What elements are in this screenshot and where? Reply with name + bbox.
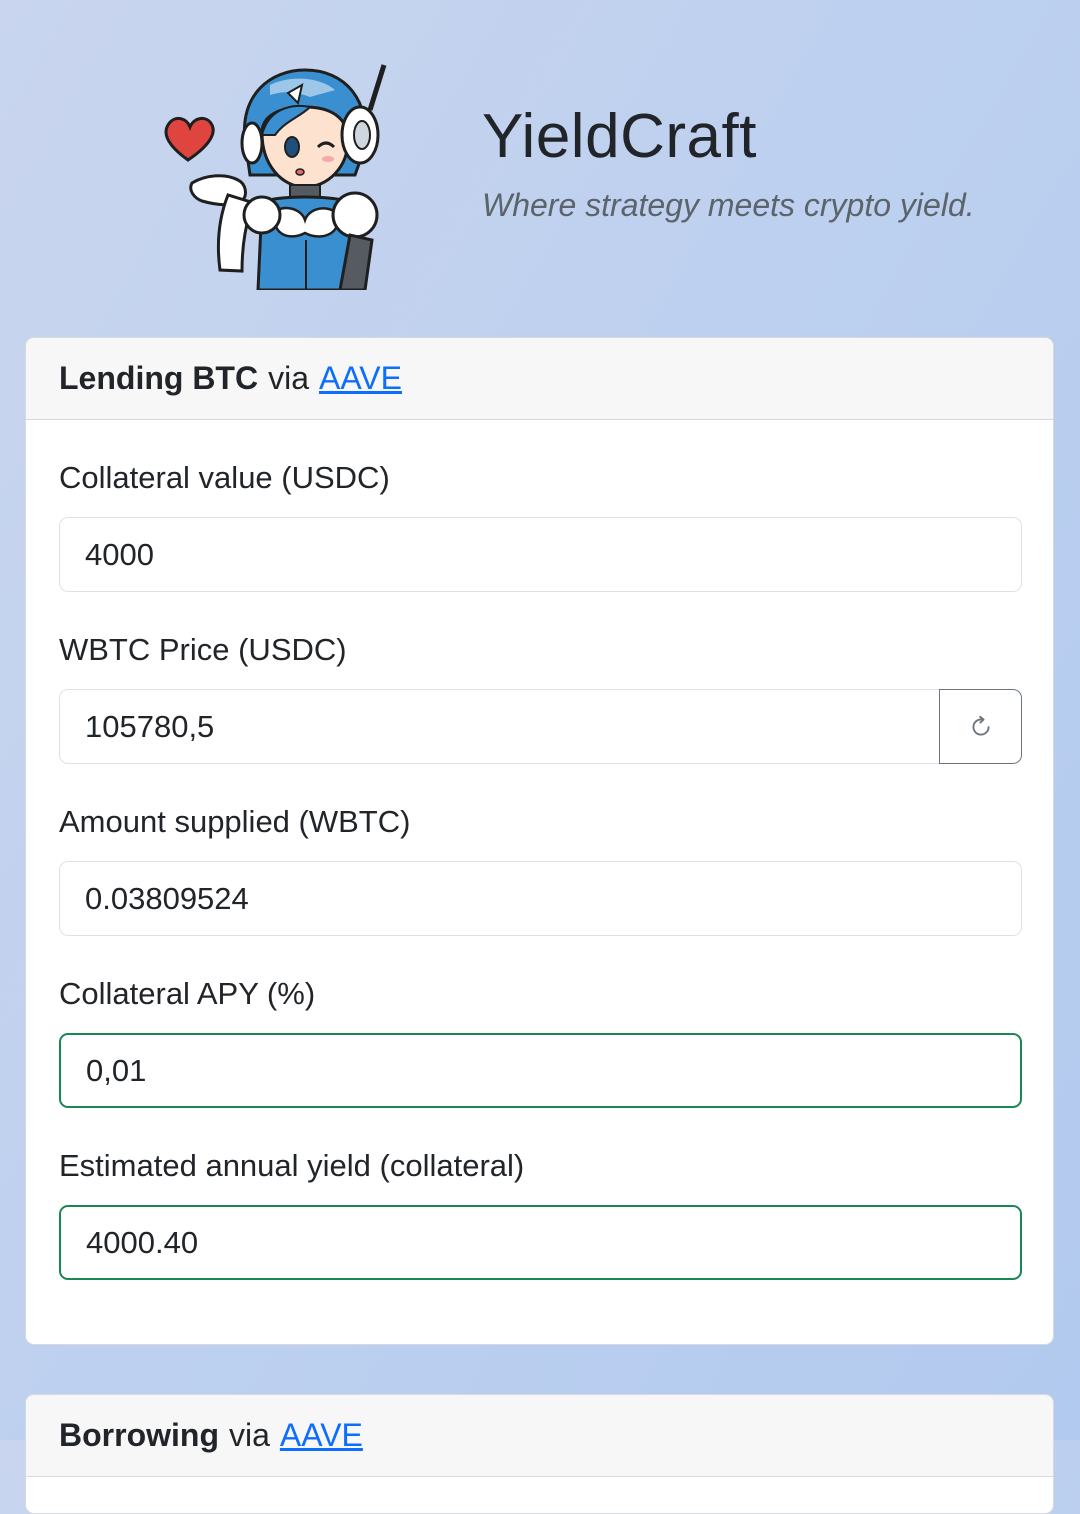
refresh-price-button[interactable] [939, 689, 1022, 764]
collateral-value-label: Collateral value (USDC) [59, 460, 390, 495]
collateral-apy-label: Collateral APY (%) [59, 976, 316, 1011]
annual-yield-label: Estimated annual yield (collateral) [59, 1148, 525, 1183]
amount-supplied-input[interactable] [59, 861, 1022, 936]
wbtc-price-input[interactable] [59, 689, 940, 764]
refresh-icon [971, 715, 990, 735]
wbtc-price-label: WBTC Price (USDC) [59, 632, 347, 667]
aave-link[interactable]: AAVE [319, 360, 402, 397]
app-header: YieldCraft Where strategy meets crypto y… [0, 0, 1080, 300]
app-subtitle: Where strategy meets crypto yield. [482, 187, 975, 223]
brand-block: YieldCraft Where strategy meets crypto y… [482, 106, 975, 224]
collateral-value-input[interactable] [59, 517, 1022, 592]
borrowing-card-title: Borrowing [59, 1417, 219, 1453]
wbtc-price-group [59, 689, 1022, 764]
lending-card-header: Lending BTC via AAVE [26, 338, 1053, 420]
borrowing-card: Borrowing via AAVE [25, 1394, 1054, 1514]
amount-supplied-label: Amount supplied (WBTC) [59, 804, 411, 839]
annual-yield-input[interactable] [59, 1205, 1022, 1280]
lending-card: Lending BTC via AAVE Collateral value (U… [25, 337, 1054, 1345]
borrowing-aave-link[interactable]: AAVE [280, 1417, 363, 1454]
lending-card-via: via [268, 360, 309, 396]
app-title: YieldCraft [482, 102, 757, 171]
heart-icon [164, 117, 215, 162]
collateral-apy-input[interactable] [59, 1033, 1022, 1108]
borrowing-card-header: Borrowing via AAVE [26, 1395, 1053, 1477]
mascot-illustration [164, 64, 387, 290]
lending-card-title: Lending BTC [59, 360, 259, 396]
borrowing-card-via: via [228, 1417, 270, 1453]
